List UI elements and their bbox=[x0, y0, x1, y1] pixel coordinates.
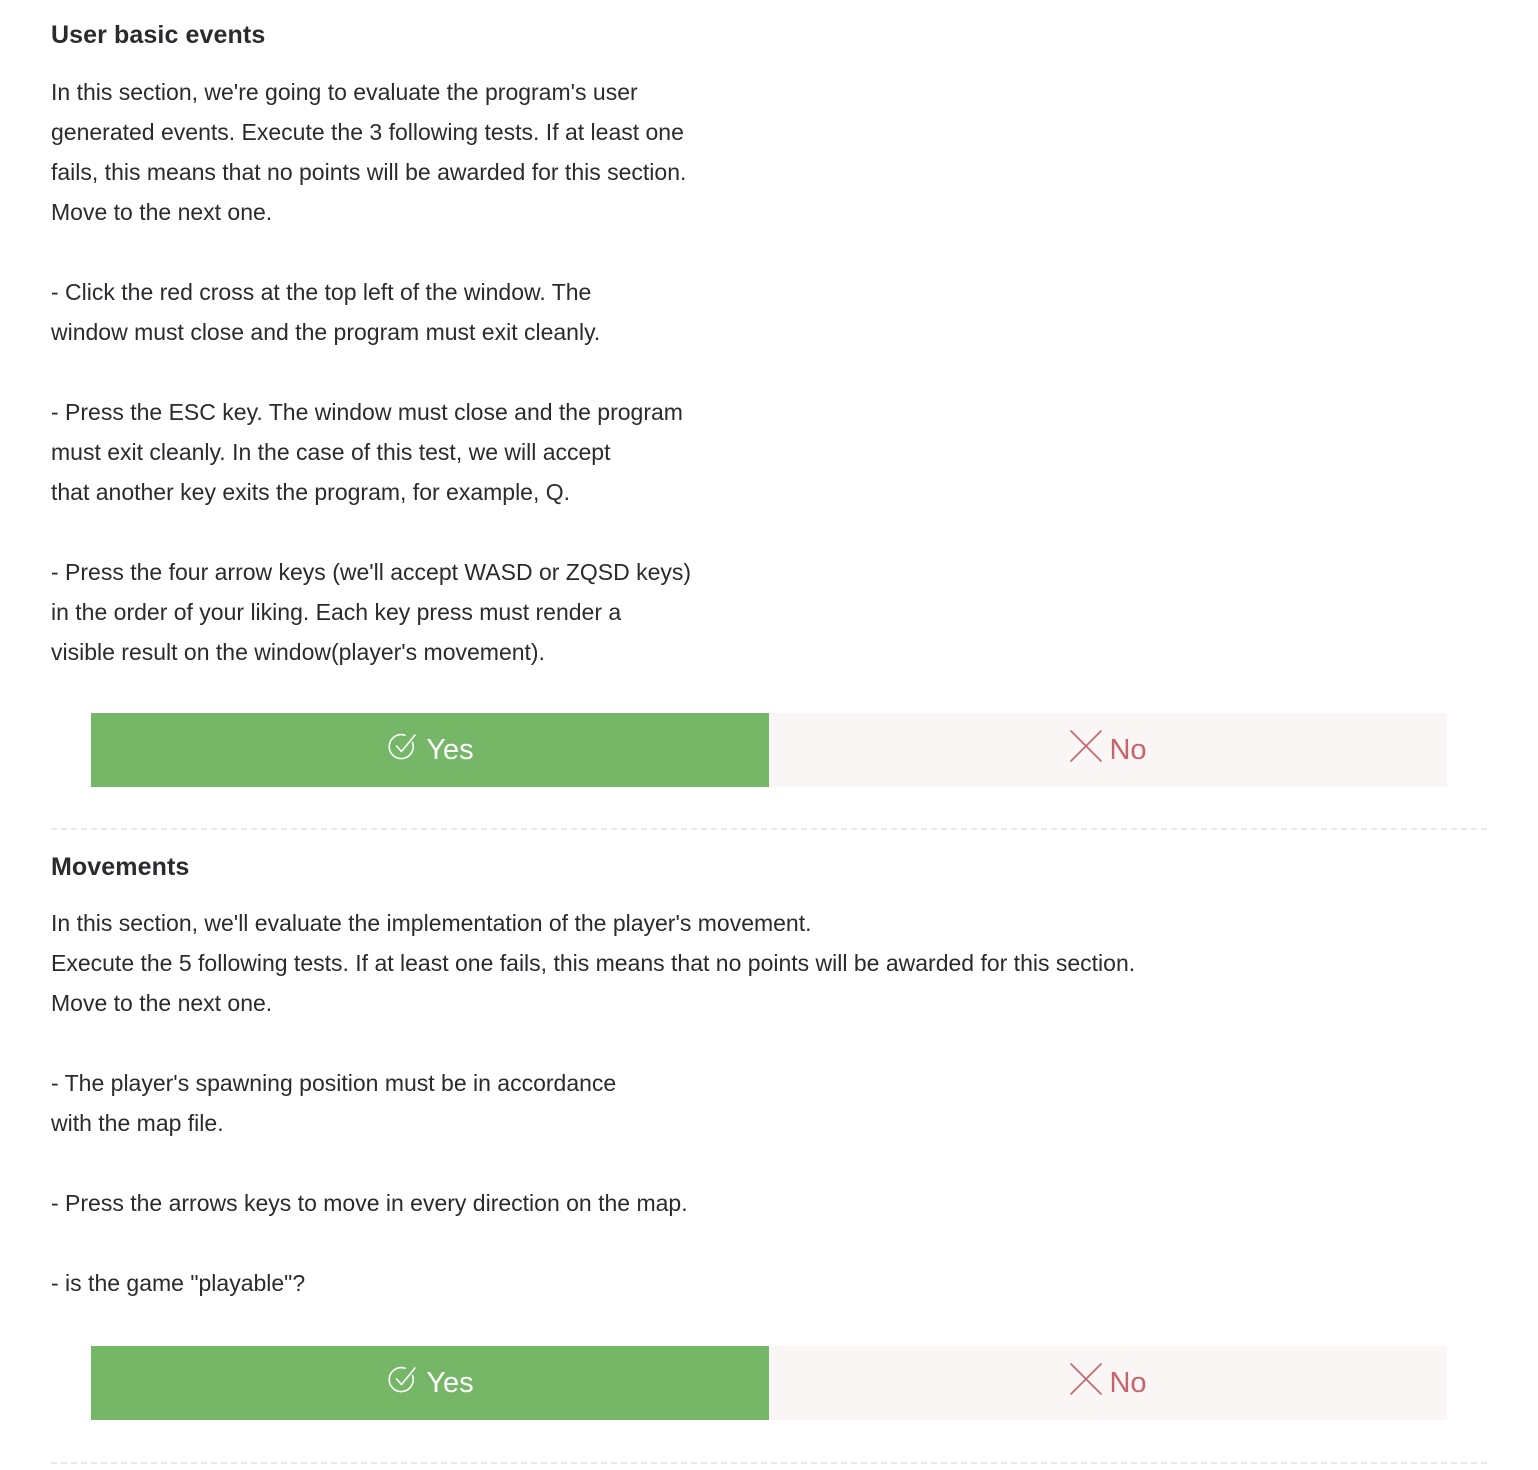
section-divider bbox=[51, 828, 1487, 830]
yes-button[interactable]: Yes bbox=[91, 1346, 769, 1420]
yes-button[interactable]: Yes bbox=[91, 713, 769, 787]
check-circle-icon bbox=[386, 1362, 420, 1396]
cross-icon bbox=[1069, 1362, 1103, 1396]
no-label: No bbox=[1109, 733, 1147, 766]
yes-label: Yes bbox=[426, 1366, 474, 1399]
section-description: In this section, we're going to evaluate… bbox=[51, 79, 692, 665]
no-button[interactable]: No bbox=[769, 713, 1447, 787]
check-circle-icon bbox=[386, 729, 420, 763]
section-title: Movements bbox=[51, 853, 190, 881]
section-divider bbox=[51, 1462, 1487, 1464]
evaluation-page: User basic events In this section, we're… bbox=[0, 0, 1538, 1470]
no-button[interactable]: No bbox=[769, 1346, 1447, 1420]
yes-no-vote: Yes No bbox=[91, 1346, 1447, 1420]
yes-no-vote: Yes No bbox=[91, 713, 1447, 787]
section-title: User basic events bbox=[51, 21, 266, 49]
section-description: In this section, we'll evaluate the impl… bbox=[51, 910, 1136, 1296]
section-user-basic-events: User basic events In this section, we're… bbox=[0, 0, 1538, 830]
yes-label: Yes bbox=[426, 733, 474, 766]
no-label: No bbox=[1109, 1366, 1147, 1399]
cross-icon bbox=[1069, 729, 1103, 763]
section-movements: Movements In this section, we'll evaluat… bbox=[0, 831, 1538, 1463]
